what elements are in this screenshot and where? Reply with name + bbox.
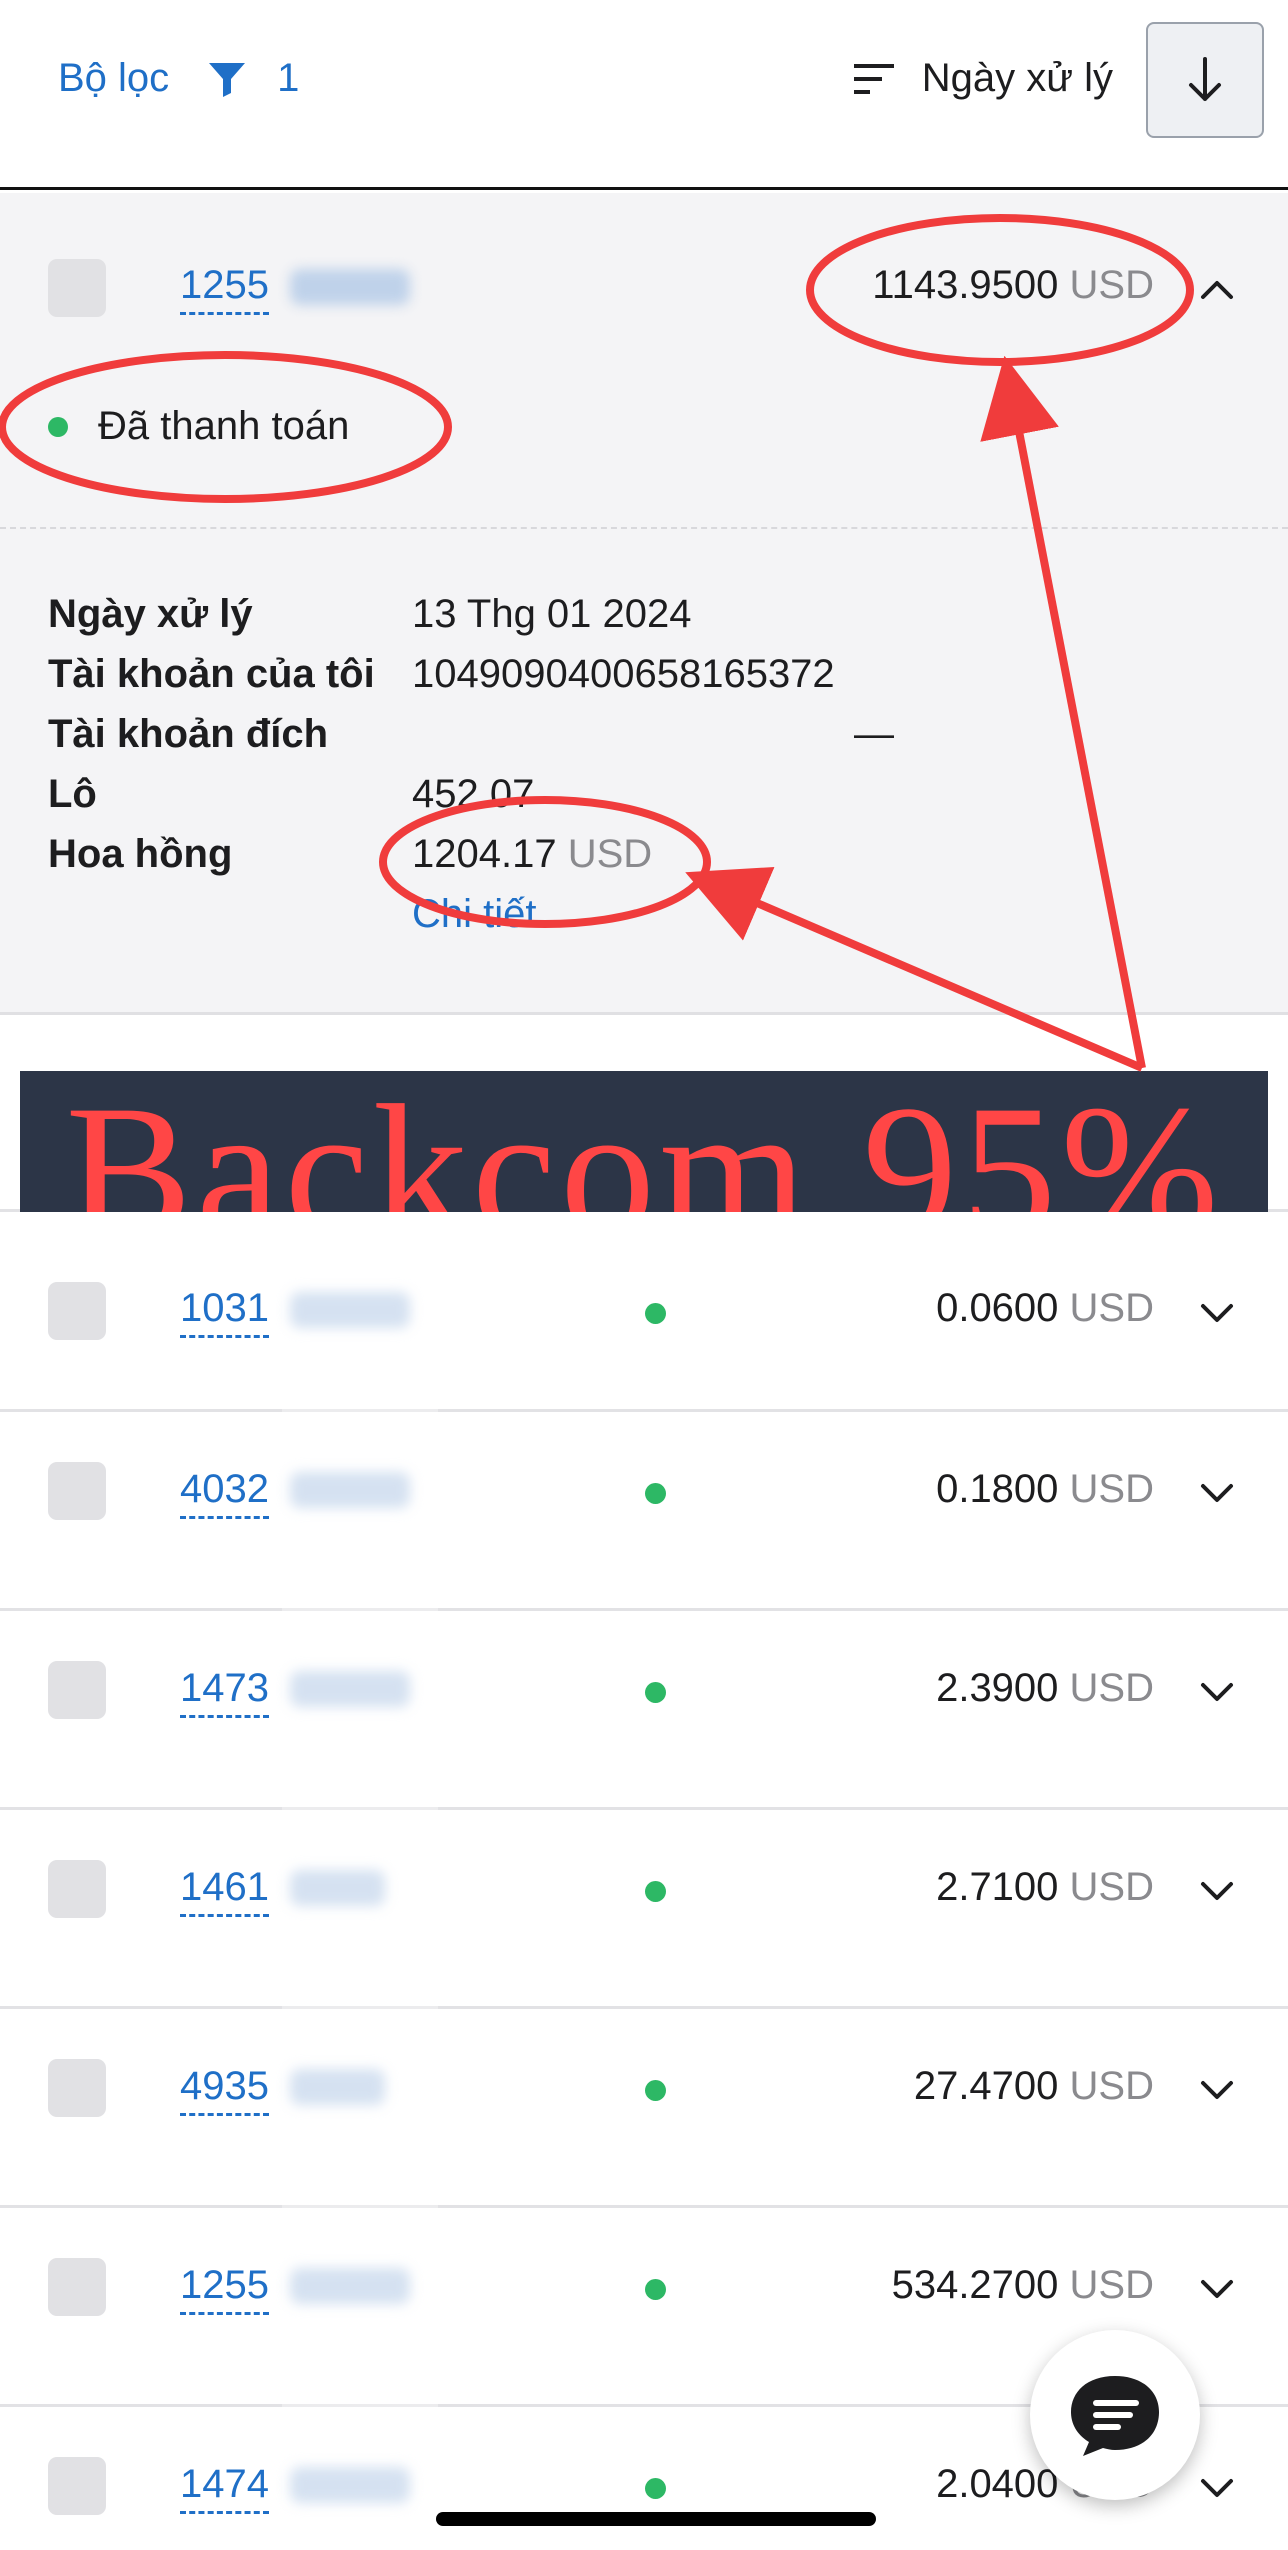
account-id-link[interactable]: 1255 — [180, 263, 269, 315]
arrow-down-icon — [1189, 57, 1221, 101]
chat-button[interactable] — [1030, 2330, 1200, 2500]
table-row[interactable]: 4032 0.1800 USD — [0, 1412, 1288, 1611]
row-amount: 2.7100 USD — [936, 1865, 1154, 1910]
blurred-account-digits — [290, 269, 410, 305]
expanded-transaction-row: 1255 1143.9500 USD Đã thanh toán Ngày xử… — [0, 193, 1288, 1015]
processed-date-value: 13 Thg 01 2024 — [412, 592, 692, 636]
filter-button[interactable]: Bộ lọc 1 — [58, 56, 299, 101]
filter-label: Bộ lọc — [58, 56, 170, 100]
row-checkbox[interactable] — [48, 1462, 106, 1520]
commission-value-wrap: 1204.17 USD — [412, 832, 652, 877]
commission-label: Hoa hồng — [48, 832, 233, 876]
amount-currency: USD — [1069, 1865, 1154, 1909]
row-checkbox[interactable] — [48, 1661, 106, 1719]
chevron-up-icon[interactable] — [1197, 269, 1237, 309]
table-row[interactable]: 4935 27.4700 USD — [0, 2009, 1288, 2208]
chevron-down-icon[interactable] — [1197, 1671, 1237, 1711]
amount-value: 0.0600 — [936, 1286, 1059, 1330]
chevron-down-icon[interactable] — [1197, 1292, 1237, 1332]
row-checkbox[interactable] — [48, 259, 106, 317]
table-row[interactable]: 1031 0.0600 USD — [0, 1212, 1288, 1412]
sort-direction-button[interactable] — [1146, 22, 1264, 138]
list-header: Bộ lọc 1 Ngày xử lý — [0, 0, 1288, 190]
status-dot — [645, 1881, 666, 1902]
lot-value: 452.07 — [412, 772, 535, 816]
amount-value: 2.0400 — [936, 2462, 1059, 2506]
home-indicator[interactable] — [436, 2512, 876, 2526]
sort-lines-icon — [853, 63, 894, 94]
account-id-link[interactable]: 1461 — [180, 1865, 269, 1917]
chevron-down-icon[interactable] — [1197, 2467, 1237, 2507]
my-account-label: Tài khoản của tôi — [48, 652, 375, 696]
sort-label: Ngày xử lý — [921, 56, 1113, 100]
table-row[interactable]: 1461 2.7100 USD — [0, 1810, 1288, 2009]
row-amount: 27.4700 USD — [914, 2064, 1154, 2109]
my-account-value: 1049090400658165372 — [412, 652, 835, 696]
commission-currency: USD — [567, 832, 653, 876]
blur-mask-column — [282, 1273, 438, 2550]
status-dot — [645, 1303, 666, 1324]
funnel-icon — [209, 62, 246, 97]
account-id-link[interactable]: 1255 — [180, 2263, 269, 2315]
amount-value: 0.1800 — [936, 1467, 1059, 1511]
chevron-down-icon[interactable] — [1197, 2268, 1237, 2308]
row-amount: 2.3900 USD — [936, 1666, 1154, 1711]
amount-currency: USD — [1069, 1666, 1154, 1710]
sort-field-button[interactable]: Ngày xử lý — [853, 56, 1113, 101]
chat-icon — [1071, 2376, 1159, 2456]
amount-currency: USD — [1069, 2064, 1154, 2108]
row-amount: 0.1800 USD — [936, 1467, 1154, 1512]
row-amount: 534.2700 USD — [892, 2263, 1154, 2308]
dashed-divider — [0, 527, 1288, 529]
status-dot — [645, 2478, 666, 2499]
status-dot — [645, 2080, 666, 2101]
commission-value: 1204.17 — [412, 832, 557, 876]
row-checkbox[interactable] — [48, 2457, 106, 2515]
target-account-label: Tài khoản đích — [48, 712, 329, 756]
chevron-down-icon[interactable] — [1197, 1870, 1237, 1910]
chevron-down-icon[interactable] — [1197, 1472, 1237, 1512]
amount-value: 2.7100 — [936, 1865, 1059, 1909]
account-id-link[interactable]: 1031 — [180, 1286, 269, 1338]
row-amount: 0.0600 USD — [936, 1286, 1154, 1331]
row-checkbox[interactable] — [48, 2258, 106, 2316]
status-dot — [645, 1483, 666, 1504]
account-id-link[interactable]: 4935 — [180, 2064, 269, 2116]
row-checkbox[interactable] — [48, 2059, 106, 2117]
table-row[interactable]: 1473 2.3900 USD — [0, 1611, 1288, 1810]
amount-value: 1143.9500 — [872, 263, 1059, 307]
account-id-link[interactable]: 1474 — [180, 2462, 269, 2514]
status-dot — [645, 2279, 666, 2300]
lot-label: Lô — [48, 772, 97, 816]
status-badge: Đã thanh toán — [48, 404, 349, 449]
filter-count: 1 — [277, 56, 300, 100]
amount-value: 534.2700 — [891, 2263, 1059, 2307]
account-id-link[interactable]: 1473 — [180, 1666, 269, 1718]
details-link[interactable]: Chi tiết — [412, 892, 537, 937]
row-amount: 1143.9500 USD — [872, 263, 1154, 308]
processed-date-label: Ngày xử lý — [48, 592, 253, 636]
amount-currency: USD — [1069, 263, 1154, 307]
row-checkbox[interactable] — [48, 1860, 106, 1918]
status-dot — [48, 416, 68, 437]
chevron-down-icon[interactable] — [1197, 2069, 1237, 2109]
row-checkbox[interactable] — [48, 1282, 106, 1340]
amount-currency: USD — [1069, 1467, 1154, 1511]
status-dot — [645, 1682, 666, 1703]
account-id-link[interactable]: 4032 — [180, 1467, 269, 1519]
status-text: Đã thanh toán — [98, 404, 350, 448]
amount-value: 2.3900 — [936, 1666, 1059, 1710]
amount-currency: USD — [1069, 1286, 1154, 1330]
amount-currency: USD — [1069, 2263, 1154, 2307]
target-account-value: — — [854, 712, 894, 756]
amount-value: 27.4700 — [913, 2064, 1059, 2108]
